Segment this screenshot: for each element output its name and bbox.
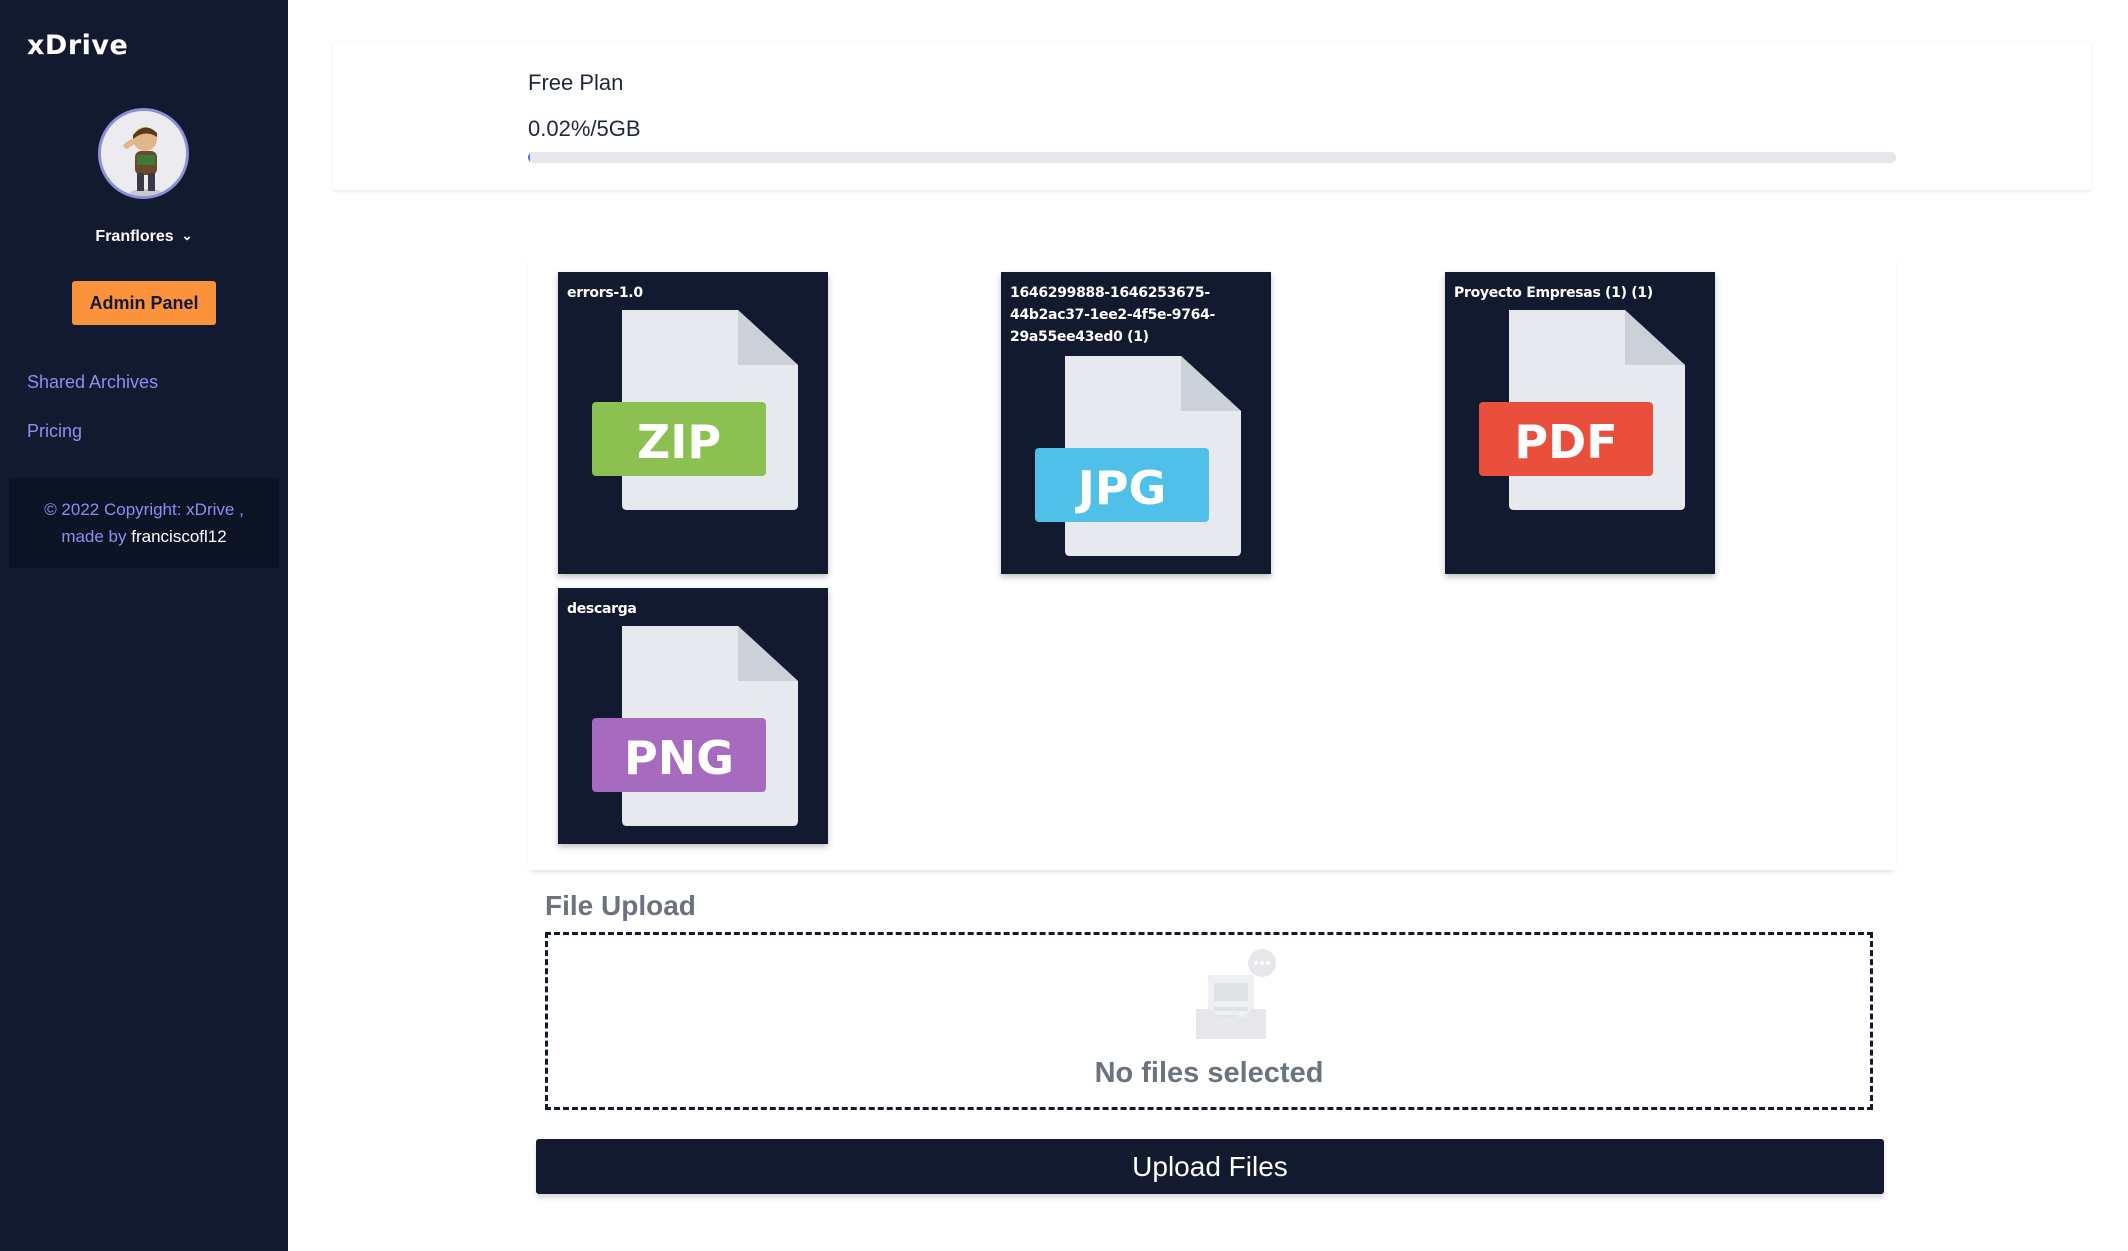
pdf-file-icon: PDF: [1477, 310, 1685, 510]
svg-text:PDF: PDF: [1514, 415, 1617, 469]
file-upload-title: File Upload: [545, 890, 696, 921]
svg-text:JPG: JPG: [1075, 461, 1167, 515]
jpg-file-icon: JPG: [1033, 356, 1241, 556]
empty-inbox-icon: [1168, 943, 1288, 1043]
made-by-label: made by: [61, 527, 127, 546]
author-link[interactable]: franciscofl12: [131, 527, 226, 546]
copyright-text: © 2022 Copyright: xDrive ,: [44, 500, 244, 519]
file-card[interactable]: errors-1.0 ZIP: [558, 272, 828, 574]
file-card[interactable]: descarga PNG: [558, 588, 828, 844]
file-name: 1646299888-1646253675-44b2ac37-1ee2-4f5e…: [1010, 285, 1216, 345]
admin-panel-button[interactable]: Admin Panel: [72, 281, 216, 325]
no-files-text: No files selected: [1094, 1057, 1324, 1089]
avatar[interactable]: [98, 108, 189, 199]
brand-logo[interactable]: xDrive: [27, 30, 128, 61]
svg-text:PNG: PNG: [624, 731, 734, 785]
user-menu[interactable]: Franflores ⌄: [0, 228, 288, 246]
file-dropzone[interactable]: No files selected: [545, 932, 1873, 1110]
file-name: descarga: [567, 601, 637, 617]
plan-usage: 0.02%/5GB: [528, 116, 641, 141]
file-name: Proyecto Empresas (1) (1): [1454, 285, 1653, 301]
made-by-line: made by franciscofl12: [9, 523, 279, 550]
file-card[interactable]: Proyecto Empresas (1) (1) PDF: [1445, 272, 1715, 574]
nav-shared-archives[interactable]: Shared Archives: [27, 372, 158, 393]
sidebar: xDrive Franflores ⌄ Admin Panel Shared Ar…: [0, 0, 288, 1251]
png-file-icon: PNG: [590, 626, 798, 826]
sidebar-footer: © 2022 Copyright: xDrive , made by franc…: [9, 478, 279, 568]
zip-file-icon: ZIP: [590, 310, 798, 510]
svg-text:ZIP: ZIP: [637, 415, 721, 469]
storage-progress-bar: [528, 152, 1896, 163]
username: Franflores: [95, 228, 174, 245]
nav-pricing[interactable]: Pricing: [27, 421, 82, 442]
file-card[interactable]: 1646299888-1646253675-44b2ac37-1ee2-4f5e…: [1001, 272, 1271, 574]
file-name: errors-1.0: [567, 285, 643, 301]
plan-title: Free Plan: [528, 70, 624, 95]
upload-files-button[interactable]: Upload Files: [536, 1139, 1884, 1194]
chevron-down-icon: ⌄: [181, 228, 193, 243]
